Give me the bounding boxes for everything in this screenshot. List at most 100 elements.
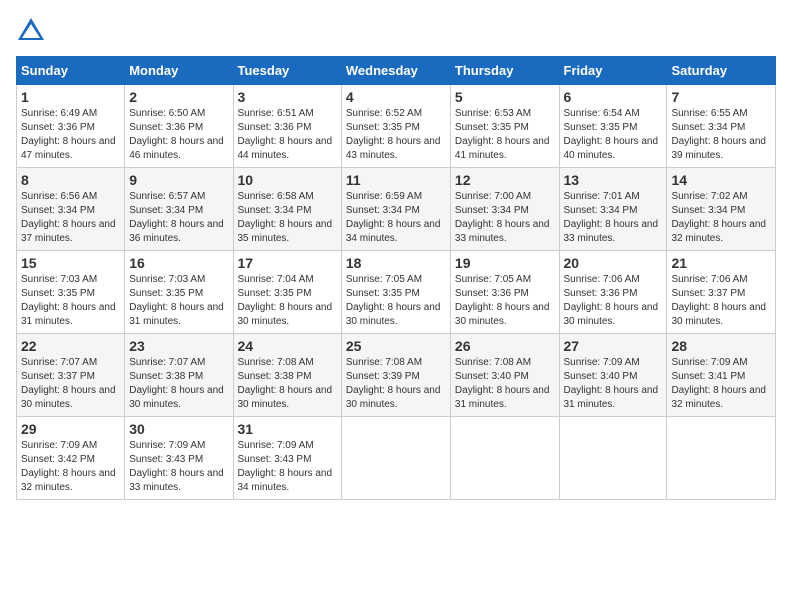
calendar-day-cell [559, 417, 667, 500]
day-number: 9 [129, 172, 228, 188]
calendar-day-header: Tuesday [233, 57, 341, 85]
day-number: 4 [346, 89, 446, 105]
day-info: Sunrise: 6:50 AMSunset: 3:36 PMDaylight:… [129, 108, 224, 161]
calendar-day-cell: 21Sunrise: 7:06 AMSunset: 3:37 PMDayligh… [667, 251, 776, 334]
day-number: 26 [455, 338, 555, 354]
calendar-day-cell: 9Sunrise: 6:57 AMSunset: 3:34 PMDaylight… [125, 168, 233, 251]
calendar-header-row: SundayMondayTuesdayWednesdayThursdayFrid… [17, 57, 776, 85]
calendar-day-cell [450, 417, 559, 500]
day-number: 28 [671, 338, 771, 354]
calendar-day-cell [341, 417, 450, 500]
day-info: Sunrise: 6:54 AMSunset: 3:35 PMDaylight:… [564, 108, 659, 161]
calendar-day-header: Sunday [17, 57, 125, 85]
calendar-day-header: Wednesday [341, 57, 450, 85]
calendar-table: SundayMondayTuesdayWednesdayThursdayFrid… [16, 56, 776, 500]
calendar-day-cell: 14 Sunrise: 7:02 AMSunset: 3:34 PMDayligh… [667, 168, 776, 251]
calendar-day-cell: 22 Sunrise: 7:07 AMSunset: 3:37 PMDayligh… [17, 334, 125, 417]
calendar-week-row: 22 Sunrise: 7:07 AMSunset: 3:37 PMDayligh… [17, 334, 776, 417]
day-info: Sunrise: 7:08 AMSunset: 3:39 PMDaylight:… [346, 357, 441, 410]
day-number: 10 [238, 172, 337, 188]
calendar-day-cell: 28 Sunrise: 7:09 AMSunset: 3:41 PMDayligh… [667, 334, 776, 417]
calendar-day-cell: 26 Sunrise: 7:08 AMSunset: 3:40 PMDayligh… [450, 334, 559, 417]
calendar-week-row: 1 Sunrise: 6:49 AMSunset: 3:36 PMDaylight… [17, 85, 776, 168]
day-number: 1 [21, 89, 120, 105]
day-info: Sunrise: 7:09 AMSunset: 3:42 PMDaylight:… [21, 440, 116, 493]
day-number: 25 [346, 338, 446, 354]
logo-icon [16, 16, 46, 46]
calendar-day-cell: 27 Sunrise: 7:09 AMSunset: 3:40 PMDayligh… [559, 334, 667, 417]
day-number: 21 [671, 255, 771, 271]
day-info: Sunrise: 7:06 AMSunset: 3:36 PMDaylight:… [564, 274, 659, 327]
day-number: 16 [129, 255, 228, 271]
day-info: Sunrise: 7:09 AMSunset: 3:43 PMDaylight:… [238, 440, 333, 493]
day-number: 23 [129, 338, 228, 354]
calendar-day-cell: 5Sunrise: 6:53 AMSunset: 3:35 PMDaylight… [450, 85, 559, 168]
calendar-day-cell: 25 Sunrise: 7:08 AMSunset: 3:39 PMDayligh… [341, 334, 450, 417]
day-info: Sunrise: 6:49 AMSunset: 3:36 PMDaylight:… [21, 108, 116, 161]
calendar-week-row: 8Sunrise: 6:56 AMSunset: 3:34 PMDaylight… [17, 168, 776, 251]
calendar-day-header: Monday [125, 57, 233, 85]
day-number: 27 [564, 338, 663, 354]
calendar-day-cell: 13 Sunrise: 7:01 AMSunset: 3:34 PMDayligh… [559, 168, 667, 251]
day-info: Sunrise: 7:05 AMSunset: 3:35 PMDaylight:… [346, 274, 441, 327]
calendar-day-cell: 16Sunrise: 7:03 AMSunset: 3:35 PMDayligh… [125, 251, 233, 334]
calendar-day-header: Saturday [667, 57, 776, 85]
calendar-day-cell: 23 Sunrise: 7:07 AMSunset: 3:38 PMDayligh… [125, 334, 233, 417]
calendar-day-cell: 3 Sunrise: 6:51 AMSunset: 3:36 PMDaylight… [233, 85, 341, 168]
day-info: Sunrise: 6:55 AMSunset: 3:34 PMDaylight:… [671, 108, 766, 161]
calendar-day-header: Friday [559, 57, 667, 85]
calendar-day-cell: 18 Sunrise: 7:05 AMSunset: 3:35 PMDayligh… [341, 251, 450, 334]
calendar-day-cell [667, 417, 776, 500]
calendar-day-cell: 17 Sunrise: 7:04 AMSunset: 3:35 PMDayligh… [233, 251, 341, 334]
calendar-day-cell: 1 Sunrise: 6:49 AMSunset: 3:36 PMDaylight… [17, 85, 125, 168]
day-number: 18 [346, 255, 446, 271]
day-number: 24 [238, 338, 337, 354]
day-info: Sunrise: 7:01 AMSunset: 3:34 PMDaylight:… [564, 191, 659, 244]
day-number: 7 [671, 89, 771, 105]
day-number: 13 [564, 172, 663, 188]
calendar-day-cell: 19Sunrise: 7:05 AMSunset: 3:36 PMDayligh… [450, 251, 559, 334]
day-info: Sunrise: 7:08 AMSunset: 3:38 PMDaylight:… [238, 357, 333, 410]
calendar-day-cell: 11 Sunrise: 6:59 AMSunset: 3:34 PMDayligh… [341, 168, 450, 251]
day-number: 17 [238, 255, 337, 271]
calendar-day-cell: 2 Sunrise: 6:50 AMSunset: 3:36 PMDaylight… [125, 85, 233, 168]
calendar-day-cell: 24 Sunrise: 7:08 AMSunset: 3:38 PMDayligh… [233, 334, 341, 417]
day-number: 12 [455, 172, 555, 188]
day-number: 22 [21, 338, 120, 354]
day-number: 30 [129, 421, 228, 437]
day-info: Sunrise: 7:09 AMSunset: 3:41 PMDaylight:… [671, 357, 766, 410]
day-number: 6 [564, 89, 663, 105]
day-number: 8 [21, 172, 120, 188]
day-number: 20 [564, 255, 663, 271]
day-info: Sunrise: 6:52 AMSunset: 3:35 PMDaylight:… [346, 108, 441, 161]
day-info: Sunrise: 7:08 AMSunset: 3:40 PMDaylight:… [455, 357, 550, 410]
calendar-day-cell: 6 Sunrise: 6:54 AMSunset: 3:35 PMDaylight… [559, 85, 667, 168]
calendar-day-cell: 15 Sunrise: 7:03 AMSunset: 3:35 PMDayligh… [17, 251, 125, 334]
calendar-week-row: 29Sunrise: 7:09 AMSunset: 3:42 PMDayligh… [17, 417, 776, 500]
day-info: Sunrise: 7:09 AMSunset: 3:40 PMDaylight:… [564, 357, 659, 410]
day-number: 15 [21, 255, 120, 271]
day-number: 19 [455, 255, 555, 271]
day-info: Sunrise: 7:02 AMSunset: 3:34 PMDaylight:… [671, 191, 766, 244]
day-info: Sunrise: 6:59 AMSunset: 3:34 PMDaylight:… [346, 191, 441, 244]
logo [16, 16, 50, 46]
calendar-day-cell: 30Sunrise: 7:09 AMSunset: 3:43 PMDayligh… [125, 417, 233, 500]
day-info: Sunrise: 7:04 AMSunset: 3:35 PMDaylight:… [238, 274, 333, 327]
day-info: Sunrise: 6:51 AMSunset: 3:36 PMDaylight:… [238, 108, 333, 161]
calendar-week-row: 15 Sunrise: 7:03 AMSunset: 3:35 PMDayligh… [17, 251, 776, 334]
calendar-day-cell: 20 Sunrise: 7:06 AMSunset: 3:36 PMDayligh… [559, 251, 667, 334]
day-info: Sunrise: 7:07 AMSunset: 3:37 PMDaylight:… [21, 357, 116, 410]
day-number: 31 [238, 421, 337, 437]
day-number: 11 [346, 172, 446, 188]
day-number: 2 [129, 89, 228, 105]
page-header [16, 16, 776, 46]
day-number: 14 [671, 172, 771, 188]
calendar-day-cell: 7 Sunrise: 6:55 AMSunset: 3:34 PMDaylight… [667, 85, 776, 168]
day-info: Sunrise: 6:53 AMSunset: 3:35 PMDaylight:… [455, 108, 550, 161]
day-info: Sunrise: 7:03 AMSunset: 3:35 PMDaylight:… [21, 274, 116, 327]
day-number: 3 [238, 89, 337, 105]
calendar-day-cell: 10Sunrise: 6:58 AMSunset: 3:34 PMDayligh… [233, 168, 341, 251]
calendar-day-cell: 29Sunrise: 7:09 AMSunset: 3:42 PMDayligh… [17, 417, 125, 500]
day-info: Sunrise: 7:07 AMSunset: 3:38 PMDaylight:… [129, 357, 224, 410]
day-info: Sunrise: 7:00 AMSunset: 3:34 PMDaylight:… [455, 191, 550, 244]
